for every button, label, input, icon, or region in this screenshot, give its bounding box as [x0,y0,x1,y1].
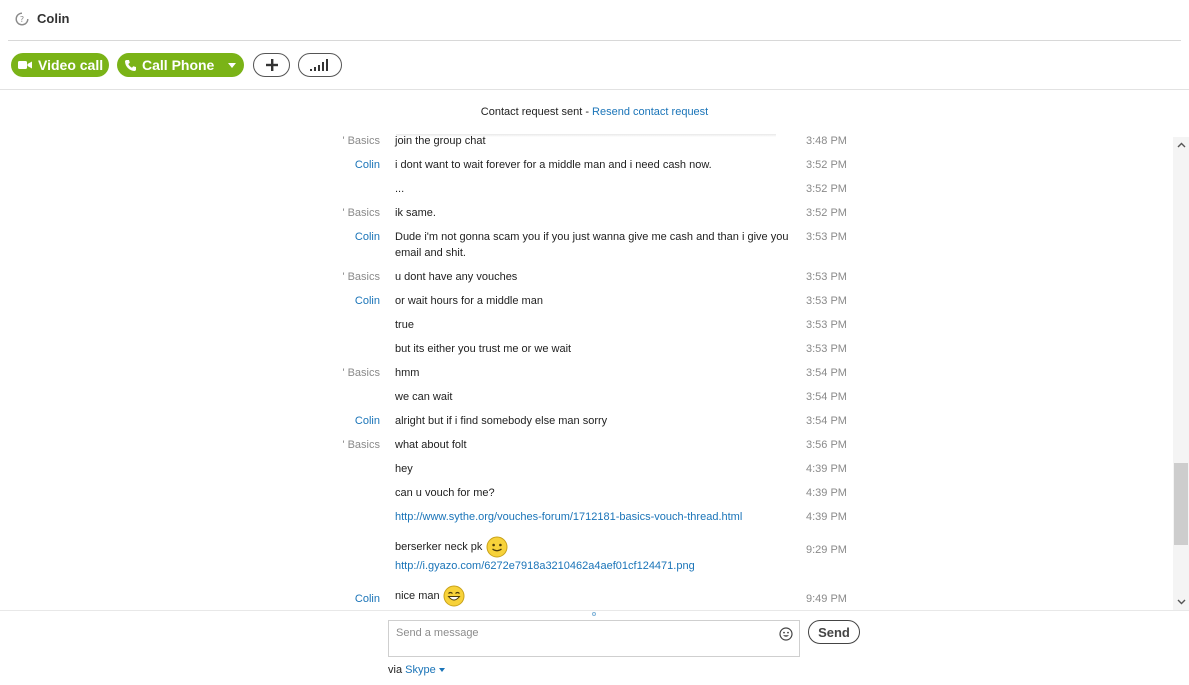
via-service: via Skype [388,664,445,676]
message-time: 3:53 PM [806,295,847,307]
message-text: ik same. [395,207,436,219]
message-time: 3:52 PM [806,183,847,195]
message-time: 3:54 PM [806,415,847,427]
message-text: nice man [395,589,440,602]
service-name: Skype [405,664,436,676]
message-composer[interactable] [388,620,800,657]
call-quality-button[interactable] [298,53,342,77]
message-text: alright but if i find somebody else man … [395,415,608,427]
message-time: 3:56 PM [806,439,847,451]
message-text: hmm [395,367,420,379]
message-text: i dont want to wait forever for a middle… [395,159,712,171]
smile-emoji [486,536,507,558]
chat-history: ' Basics join the group chat 3:48 PM Col… [0,132,1173,610]
header-divider [8,40,1181,41]
conversation-header: ? Colin [0,0,1189,40]
message-time: 3:53 PM [806,319,847,331]
video-call-button[interactable]: Video call [11,53,109,77]
via-label: via [388,664,406,676]
laugh-emoji [443,585,465,607]
message-time: 4:39 PM [806,511,847,523]
message-sender[interactable]: ' Basics [342,439,380,451]
contact-request-status: Contact request sent - Resend contact re… [0,106,1189,118]
chat-scrollbar[interactable] [1173,137,1189,610]
scroll-up-icon[interactable] [1173,137,1189,153]
message-sender[interactable]: Colin [355,415,380,427]
message-time: 9:29 PM [806,544,847,556]
call-phone-button[interactable]: Call Phone [117,53,244,77]
message-link[interactable]: http://i.gyazo.com/6272e7918a3210462a4ae… [395,560,695,572]
message-body: berserker neck pk http://i.gyazo.com/627… [395,536,790,574]
message-time: 3:53 PM [806,343,847,355]
message-sender[interactable]: Colin [355,593,380,605]
composer-divider [0,610,1189,611]
message-text: Dude i'm not gonna scam you if you just … [395,231,789,259]
scrollbar-thumb[interactable] [1174,463,1188,545]
message-time: 3:52 PM [806,207,847,219]
message-time: 4:39 PM [806,463,847,475]
call-toolbar: Video call Call Phone [0,53,1189,77]
message-text: or wait hours for a middle man [395,295,543,307]
message-sender[interactable]: ' Basics [342,135,380,147]
message-time: 3:53 PM [806,271,847,283]
smiley-icon[interactable] [779,627,793,641]
message-text: join the group chat [395,135,486,147]
resend-request-link[interactable]: Resend contact request [592,106,708,118]
message-time: 3:52 PM [806,159,847,171]
message-time: 4:39 PM [806,487,847,499]
message-sender[interactable]: ' Basics [342,367,380,379]
message-text: berserker neck pk [395,540,483,553]
message-text: what about folt [395,439,467,451]
camera-icon [18,61,32,69]
message-time: 3:54 PM [806,367,847,379]
message-text: can u vouch for me? [395,487,495,499]
message-time: 3:53 PM [806,231,847,243]
contact-name[interactable]: Colin [37,11,70,26]
message-body: nice man [395,585,790,607]
send-button[interactable]: Send [808,620,860,644]
message-text: but its either you trust me or we wait [395,343,572,355]
plus-icon [265,59,278,71]
svg-text:?: ? [20,15,24,24]
message-text: true [395,319,414,331]
message-sender[interactable]: Colin [355,231,380,243]
message-time: 3:54 PM [806,391,847,403]
message-input[interactable] [396,625,766,641]
service-selector[interactable]: Skype [405,664,445,676]
typing-indicator [592,612,596,616]
phone-icon [125,59,136,71]
add-button[interactable] [253,53,290,77]
message-text: u dont have any vouches [395,271,518,283]
chevron-down-icon[interactable] [220,53,244,77]
call-phone-label: Call Phone [142,57,215,73]
message-text: ... [395,183,405,195]
chevron-down-icon [438,668,445,673]
scroll-down-icon[interactable] [1173,594,1189,610]
signal-bars-icon [310,59,328,71]
request-sent-text: Contact request sent - [480,106,593,118]
message-sender[interactable]: ' Basics [342,207,380,219]
message-text: hey [395,463,413,475]
message-text: we can wait [395,391,453,403]
message-sender[interactable]: Colin [355,295,380,307]
skype-status-icon: ? [15,12,29,26]
video-call-label: Video call [38,57,104,73]
message-time: 9:49 PM [806,593,847,605]
toolbar-divider [0,89,1189,90]
message-time: 3:48 PM [806,135,847,147]
message-sender[interactable]: Colin [355,159,380,171]
message-text: http://www.sythe.org/vouches-forum/17121… [395,509,790,525]
message-sender[interactable]: ' Basics [342,271,380,283]
message-link[interactable]: http://www.sythe.org/vouches-forum/17121… [395,511,742,523]
